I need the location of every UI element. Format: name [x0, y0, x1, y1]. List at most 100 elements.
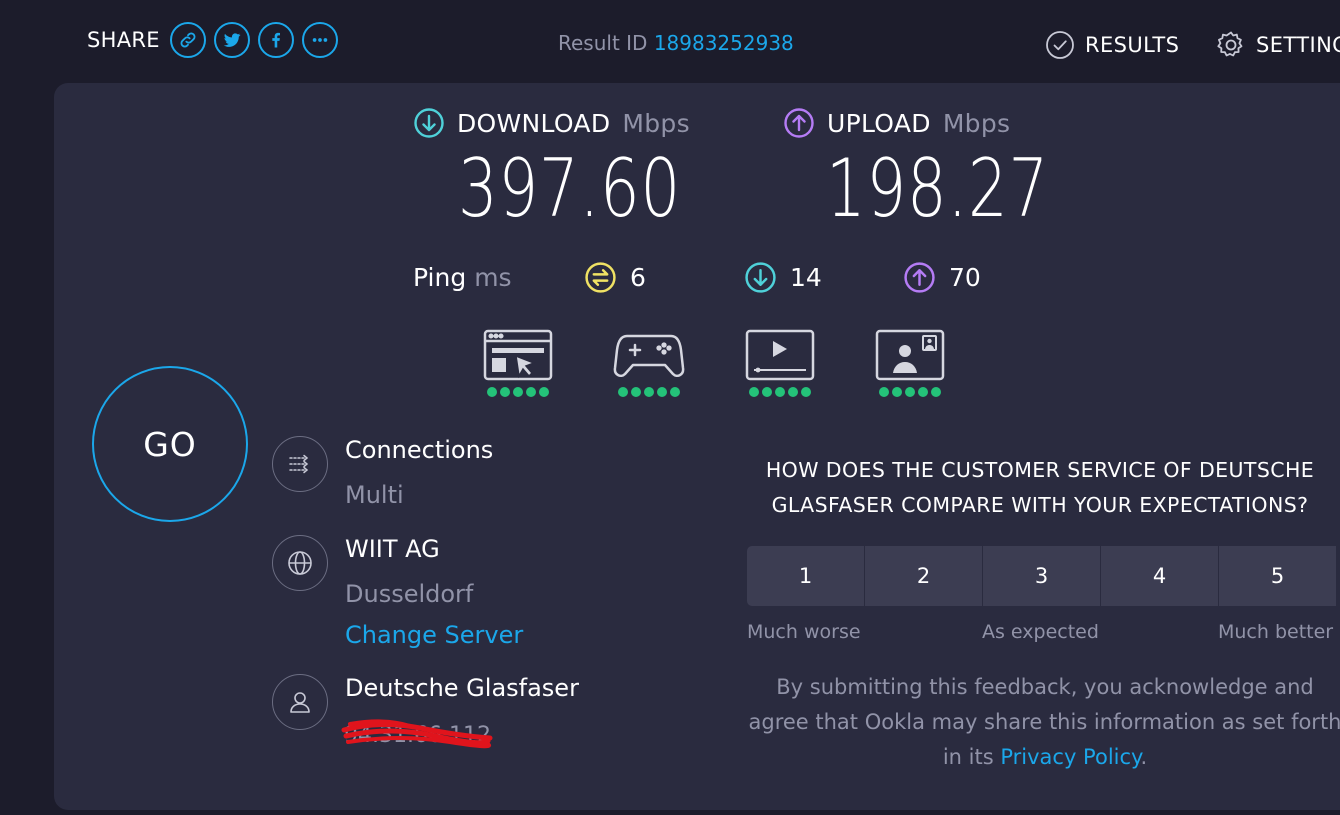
- connections-icon-wrap: [272, 436, 328, 492]
- connections-value: Multi: [345, 481, 404, 509]
- link-icon: [180, 32, 196, 48]
- rating-dot: [879, 387, 889, 397]
- download-latency-icon: [745, 262, 776, 293]
- rating-option-3[interactable]: 3: [983, 546, 1101, 606]
- video-streaming-icon: [745, 329, 815, 381]
- upload-value: 198.27: [826, 142, 1050, 235]
- gaming-rating: [618, 387, 680, 397]
- rating-dot: [513, 387, 523, 397]
- speedtest-result-page: SHARE Result ID 18983252938 RESULTS SETT…: [0, 0, 1340, 815]
- rating-option-1[interactable]: 1: [747, 546, 865, 606]
- scale-label-high: Much better: [1218, 621, 1334, 643]
- rating-dot: [918, 387, 928, 397]
- result-id-link[interactable]: 18983252938: [654, 31, 794, 55]
- rating-dot: [905, 387, 915, 397]
- upload-latency-icon: [904, 262, 935, 293]
- ping-download-value: 14: [790, 263, 822, 292]
- share-facebook-button[interactable]: [257, 22, 294, 58]
- twitter-icon: [223, 33, 241, 47]
- multi-connection-icon: [289, 454, 309, 474]
- results-link[interactable]: RESULTS: [1045, 30, 1179, 60]
- server-location: Dusseldorf: [345, 580, 474, 608]
- quality-video-streaming[interactable]: [744, 328, 816, 397]
- rating-dot: [631, 387, 641, 397]
- provider-icon-wrap: [272, 674, 328, 730]
- share-label: SHARE: [87, 28, 160, 52]
- download-value: 397.60: [458, 142, 682, 235]
- download-header: DOWNLOAD Mbps: [413, 107, 690, 139]
- go-button[interactable]: GO: [92, 366, 248, 522]
- rating-option-2[interactable]: 2: [865, 546, 983, 606]
- rating-dot: [892, 387, 902, 397]
- rating-dot: [539, 387, 549, 397]
- gear-icon: [1217, 31, 1243, 57]
- rating-option-5[interactable]: 5: [1219, 546, 1337, 606]
- upload-unit: Mbps: [942, 108, 1011, 138]
- more-icon: [312, 38, 328, 42]
- quality-gaming[interactable]: [613, 328, 685, 397]
- rating-dot: [500, 387, 510, 397]
- idle-latency-icon: [585, 262, 616, 293]
- results-label: RESULTS: [1085, 33, 1180, 57]
- ping-upload-value: 70: [949, 263, 981, 292]
- rating-dot: [762, 387, 772, 397]
- download-unit: Mbps: [622, 108, 690, 138]
- rating-dot: [749, 387, 759, 397]
- download-arrow-icon: [414, 108, 444, 138]
- rating-dot: [788, 387, 798, 397]
- video-streaming-rating: [749, 387, 811, 397]
- ping-idle: 6: [584, 261, 646, 294]
- redacted-ip-scribble: 94.31.66.112: [341, 719, 493, 749]
- settings-link[interactable]: SETTINGS: [1216, 30, 1340, 60]
- quality-web-browsing[interactable]: [482, 328, 554, 397]
- ping-text: Ping: [413, 263, 467, 292]
- share-bar: SHARE: [87, 22, 338, 58]
- settings-label: SETTINGS: [1256, 33, 1340, 57]
- survey-question: HOW DOES THE CUSTOMER SERVICE OF DEUTSCH…: [765, 458, 1315, 517]
- ping-label: Ping ms: [413, 263, 512, 292]
- result-id: Result ID 18983252938: [558, 31, 794, 55]
- rating-dot: [526, 387, 536, 397]
- upload-label: UPLOAD: [827, 108, 931, 138]
- web-browsing-rating: [487, 387, 549, 397]
- share-link-button[interactable]: [169, 22, 206, 58]
- globe-icon: [288, 551, 312, 575]
- server-name: WIIT AG: [345, 535, 440, 563]
- rating-dot: [670, 387, 680, 397]
- survey-disclaimer: By submitting this feedback, you acknowl…: [745, 670, 1340, 775]
- rating-dot: [775, 387, 785, 397]
- download-label: DOWNLOAD: [457, 108, 611, 138]
- rating-dot: [801, 387, 811, 397]
- facebook-icon: [272, 32, 280, 48]
- upload-header: UPLOAD Mbps: [783, 107, 1010, 139]
- rating-dot: [487, 387, 497, 397]
- upload-arrow-icon: [784, 108, 814, 138]
- scale-label-low: Much worse: [747, 621, 861, 643]
- disclaimer-end: .: [1140, 745, 1148, 769]
- rating-dot: [657, 387, 667, 397]
- ping-download: 14: [744, 261, 822, 294]
- video-chat-rating: [879, 387, 941, 397]
- result-id-label: Result ID: [558, 31, 648, 55]
- share-twitter-button[interactable]: [213, 22, 250, 58]
- privacy-policy-link[interactable]: Privacy Policy: [1000, 745, 1140, 769]
- video-chat-icon: [875, 329, 945, 381]
- provider-name: Deutsche Glasfaser: [345, 674, 579, 702]
- rating-scale: 1 2 3 4 5: [747, 546, 1337, 606]
- connections-title: Connections: [345, 436, 494, 464]
- change-server-link[interactable]: Change Server: [345, 621, 523, 649]
- ping-unit: ms: [474, 263, 512, 292]
- ping-upload: 70: [903, 261, 981, 294]
- scale-label-mid: As expected: [982, 621, 1099, 643]
- share-more-button[interactable]: [301, 22, 338, 58]
- rating-option-4[interactable]: 4: [1101, 546, 1219, 606]
- rating-dot: [644, 387, 654, 397]
- rating-dot: [931, 387, 941, 397]
- ping-idle-value: 6: [630, 263, 646, 292]
- quality-video-chat[interactable]: [874, 328, 946, 397]
- rating-dot: [618, 387, 628, 397]
- user-icon: [290, 692, 310, 713]
- check-circle-icon: [1046, 31, 1074, 59]
- server-icon-wrap: [272, 535, 328, 591]
- gaming-icon: [613, 334, 685, 377]
